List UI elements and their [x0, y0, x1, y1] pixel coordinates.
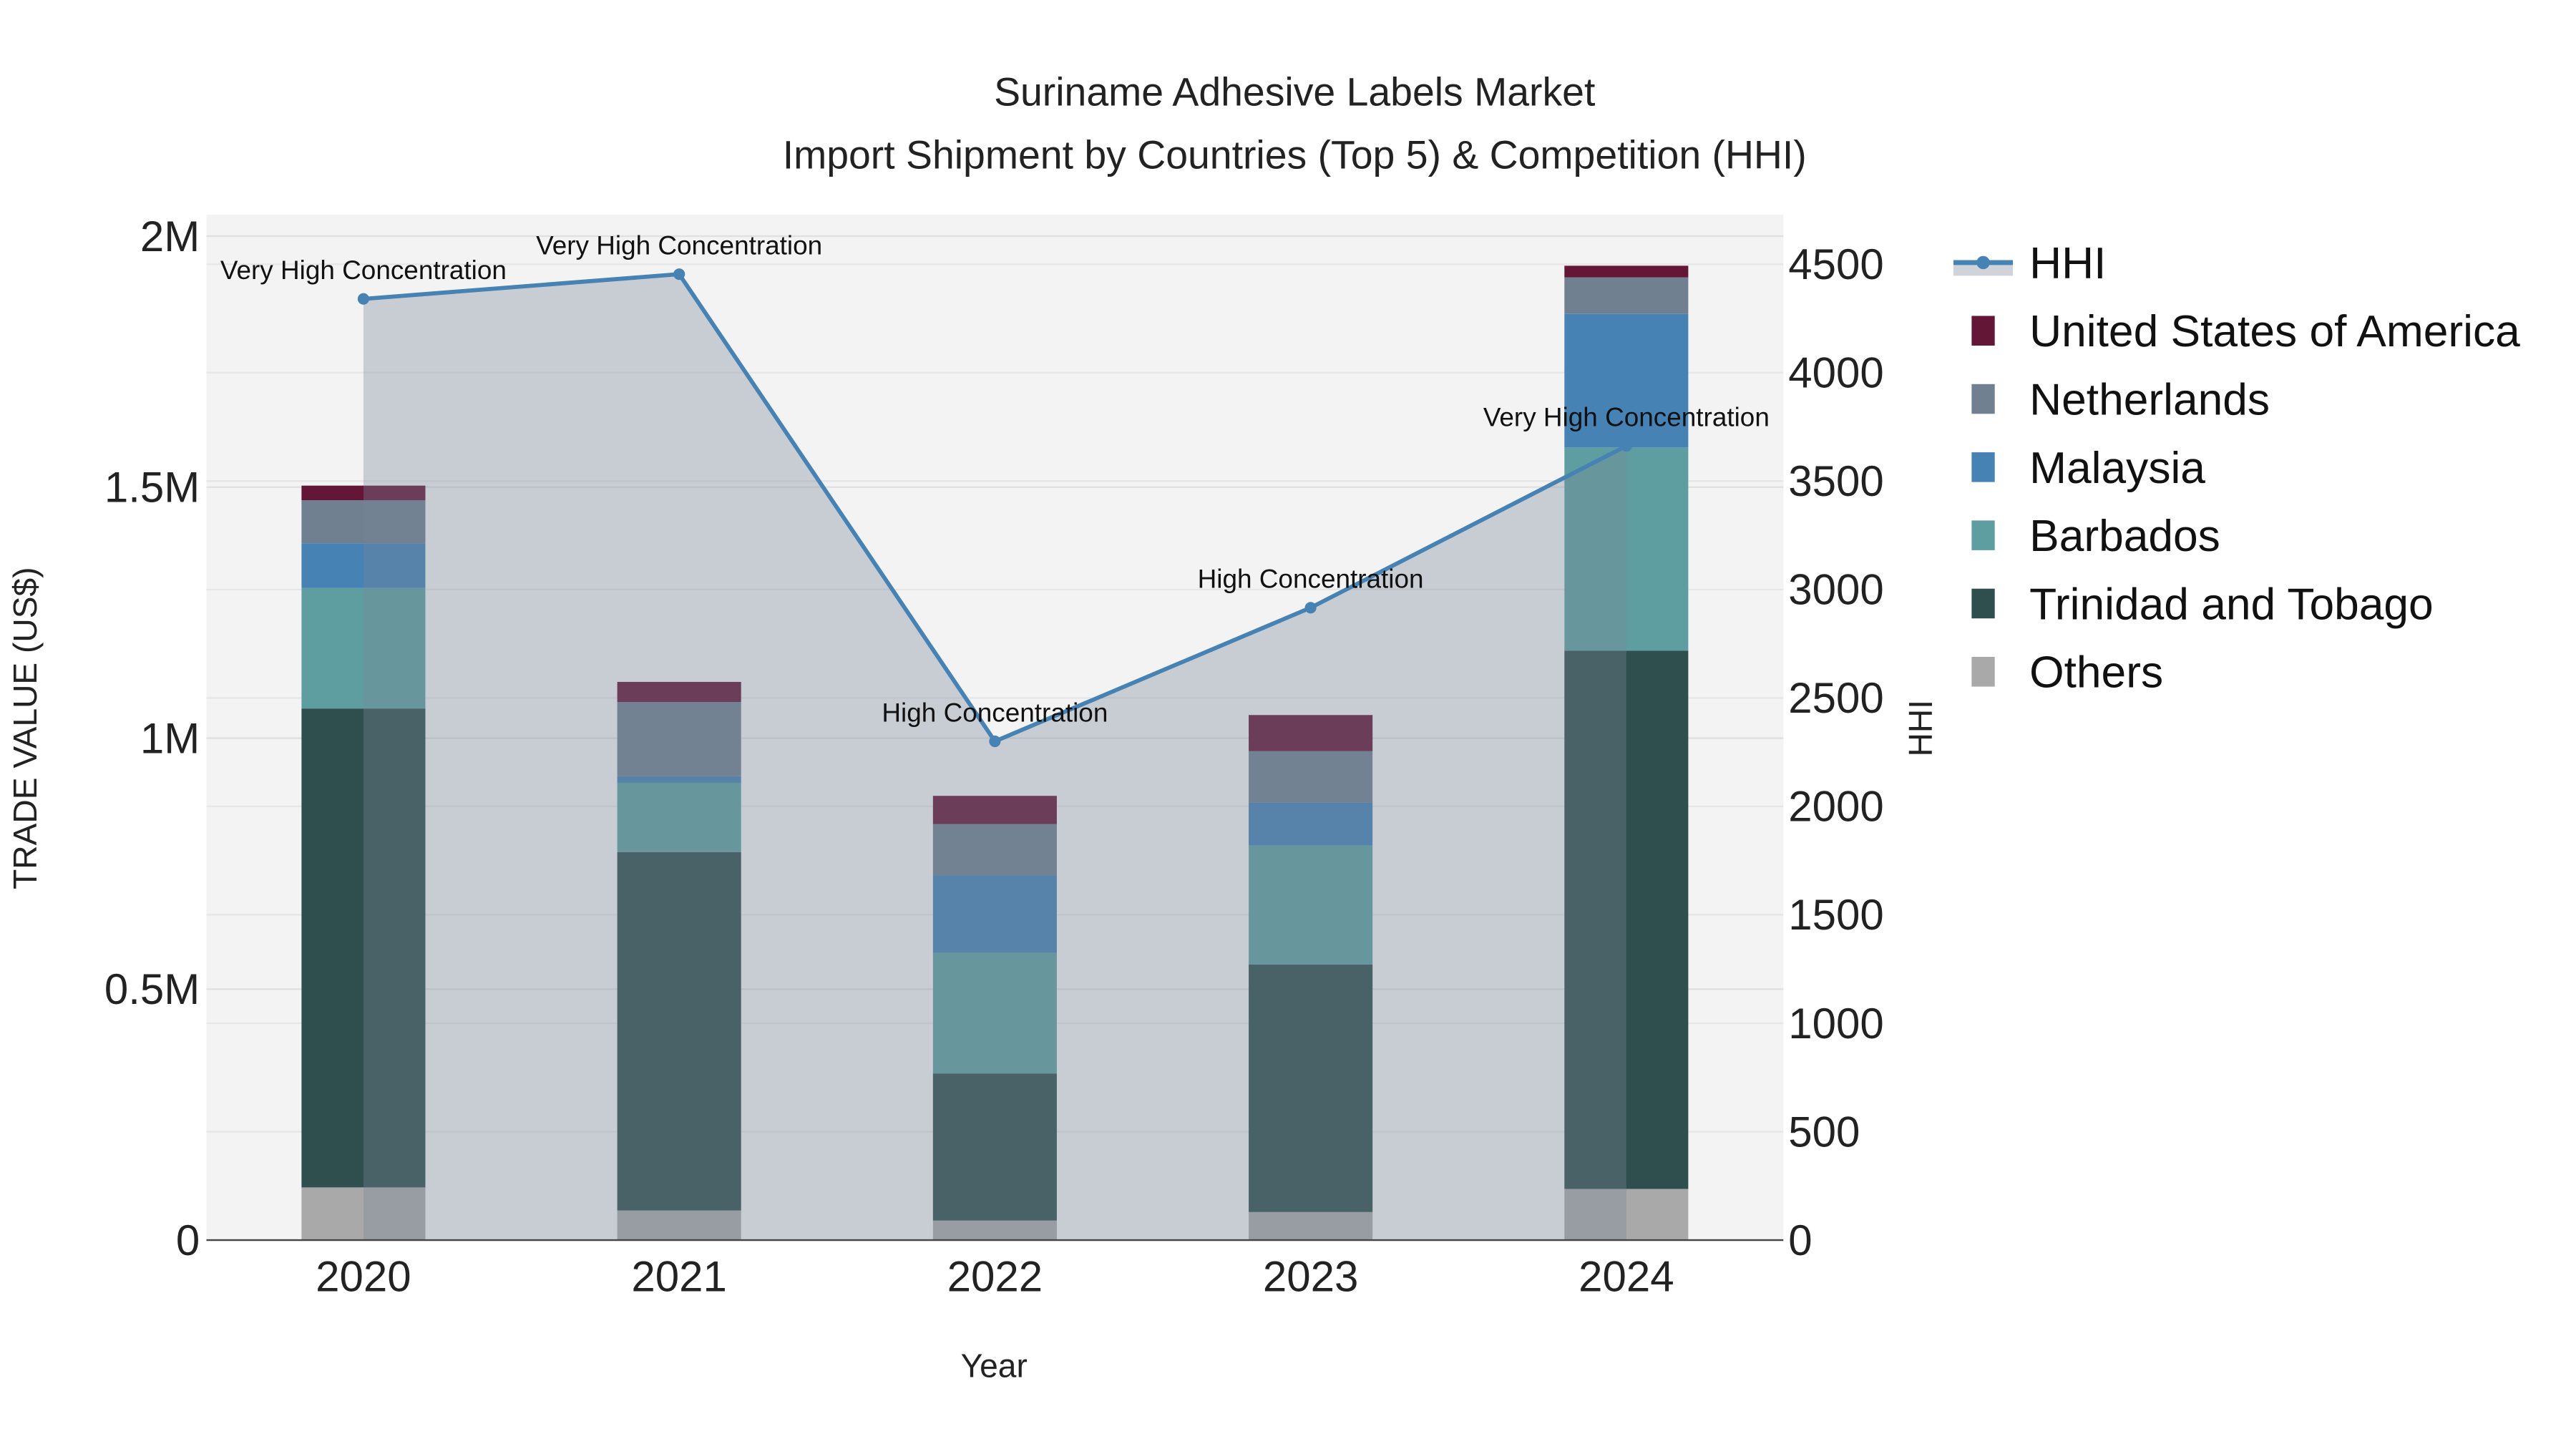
y2-tick-label: 0 [1788, 1216, 1812, 1264]
legend-label: Others [2029, 648, 2163, 698]
legend-label: HHI [2029, 239, 2106, 288]
legend-label: Barbados [2029, 512, 2220, 561]
x-tick-label: 2020 [316, 1253, 411, 1301]
y-tick-label: 2M [140, 213, 200, 260]
x-tick-label: 2022 [947, 1253, 1043, 1301]
chart-subtitle: Import Shipment by Countries (Top 5) & C… [783, 132, 1807, 177]
y-tick-label: 0.5M [104, 965, 200, 1013]
legend-hhi-marker [1976, 255, 1990, 270]
legend-label: United States of America [2029, 307, 2520, 356]
x-tick-label: 2024 [1579, 1253, 1674, 1301]
y-tick-label: 1M [140, 714, 200, 762]
legend-swatch-malaysia [1971, 452, 1995, 482]
hhi-point-2020 [357, 293, 369, 305]
hhi-annotation: Very High Concentration [220, 255, 507, 285]
bar-netherlands-2024 [1564, 277, 1689, 314]
hhi-point-2024 [1620, 440, 1632, 452]
legend-swatch-trinidad-and-tobago [1971, 588, 1995, 619]
y2-tick-label: 1000 [1788, 1000, 1883, 1048]
chart: Very High Concentration Very High Concent… [0, 0, 2576, 1449]
legend-label: Malaysia [2029, 444, 2205, 493]
hhi-annotation: High Concentration [1198, 565, 1424, 594]
legend-swatch-netherlands [1971, 384, 1995, 414]
hhi-point-2021 [673, 268, 686, 280]
x-axis-label: Year [961, 1347, 1028, 1385]
y2-tick-label: 3000 [1788, 566, 1883, 614]
y2-tick-label: 4500 [1788, 240, 1883, 288]
y2-tick-label: 4000 [1788, 349, 1883, 397]
legend-label: Netherlands [2029, 375, 2270, 424]
x-tick-label: 2023 [1263, 1253, 1358, 1301]
hhi-point-2022 [989, 735, 1001, 748]
y2-tick-label: 2500 [1788, 674, 1883, 722]
hhi-point-2023 [1304, 602, 1317, 614]
y2-tick-label: 2000 [1788, 783, 1883, 831]
y2-tick-label: 500 [1788, 1108, 1860, 1156]
y-axis-label: TRADE VALUE (US$) [6, 567, 44, 889]
x-tick-label: 2021 [631, 1253, 726, 1301]
y-tick-label: 0 [176, 1216, 200, 1264]
y2-tick-label: 3500 [1788, 457, 1883, 505]
legend-swatch-barbados [1971, 520, 1995, 550]
legend-swatch-united-states-of-america [1971, 316, 1995, 346]
legend-swatch-others [1971, 657, 1995, 687]
y-tick-label: 1.5M [104, 464, 200, 512]
legend-label: Trinidad and Tobago [2029, 580, 2434, 629]
y2-axis-label: HHI [1902, 700, 1939, 756]
hhi-annotation: Very High Concentration [1483, 403, 1770, 432]
hhi-annotation: Very High Concentration [536, 230, 822, 260]
y2-tick-label: 1500 [1788, 891, 1883, 939]
hhi-annotation: High Concentration [882, 698, 1108, 727]
chart-title: Suriname Adhesive Labels Market [994, 70, 1595, 114]
bar-united-states-of-america-2024 [1564, 265, 1689, 278]
